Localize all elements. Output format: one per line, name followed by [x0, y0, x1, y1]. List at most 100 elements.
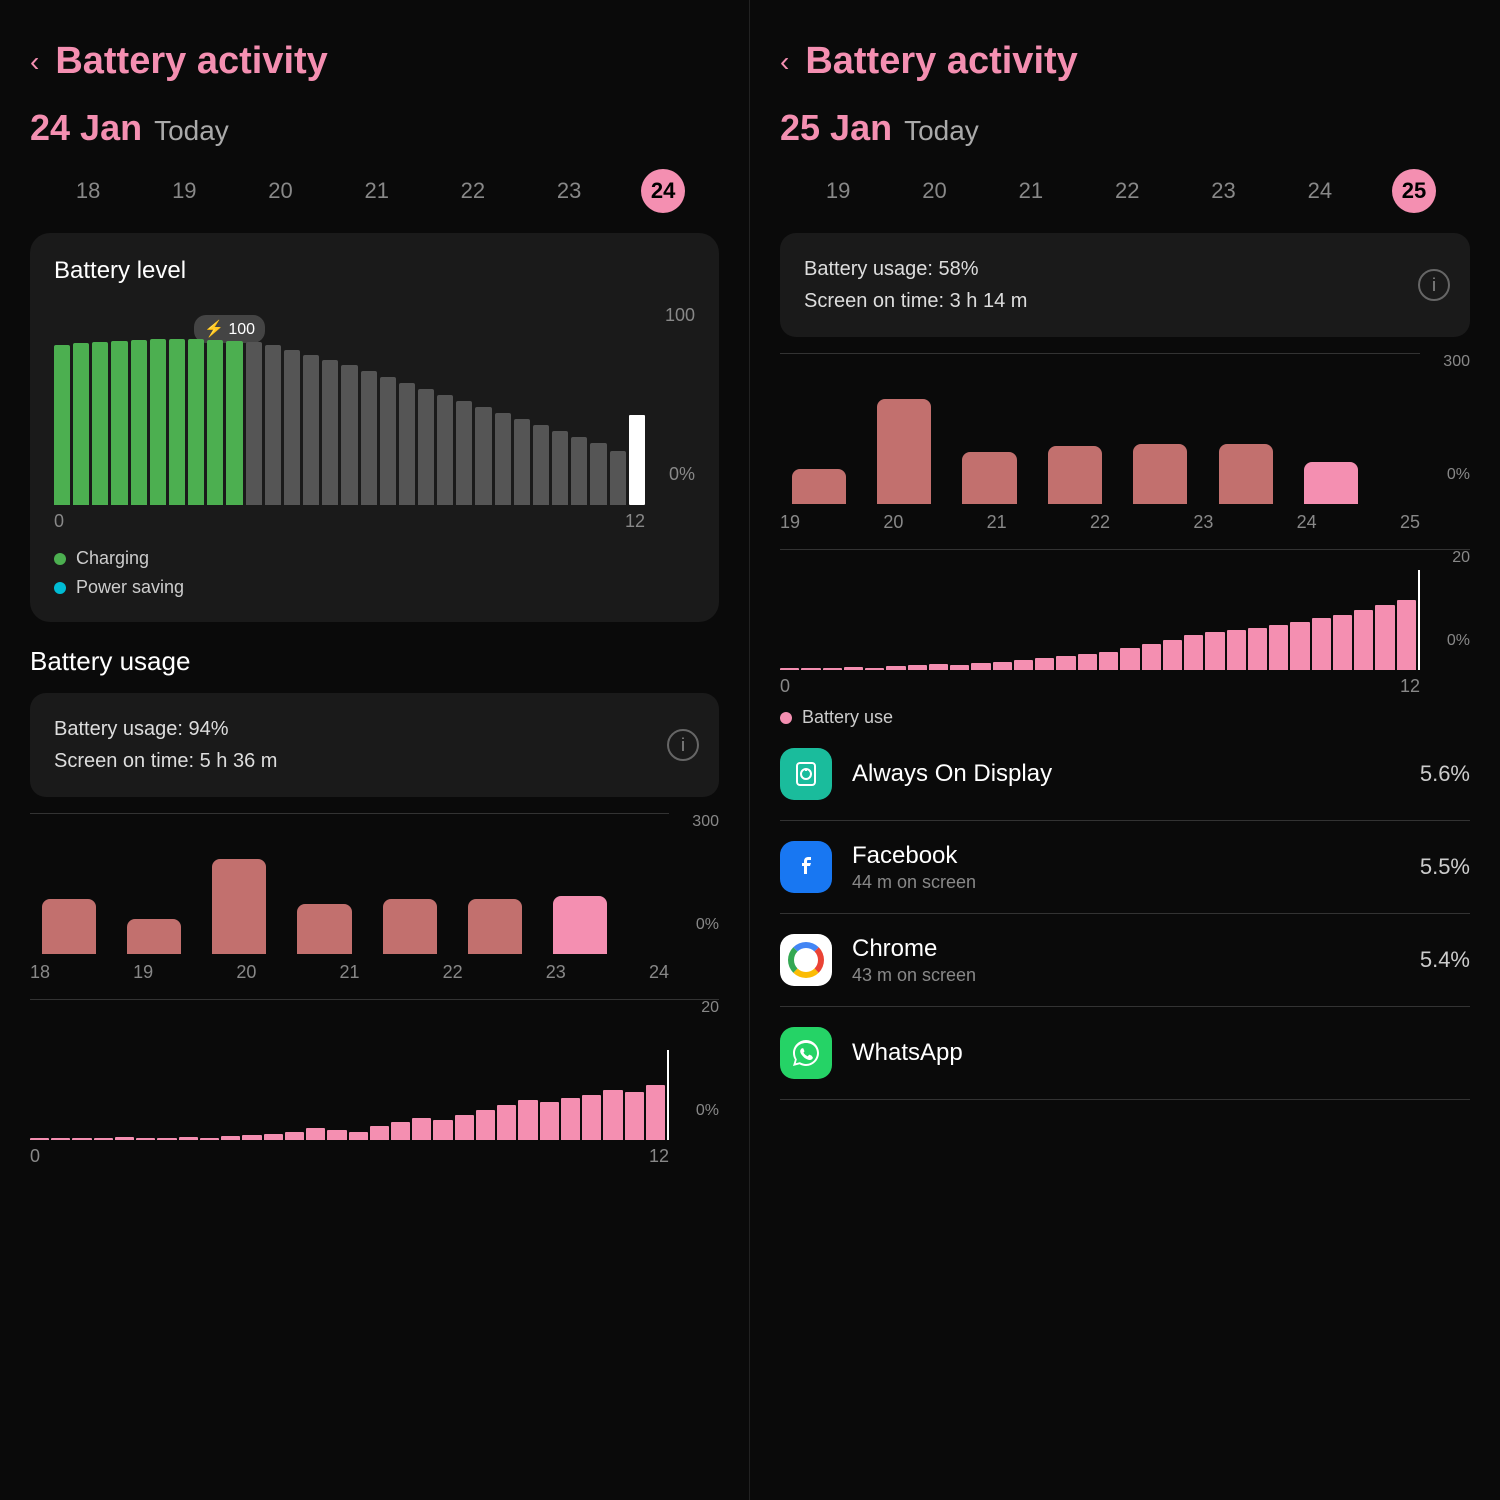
hbar — [306, 1128, 325, 1140]
hbar — [221, 1136, 240, 1140]
left-battery-chart: 100 0% — [54, 305, 695, 505]
rhbar — [801, 668, 820, 670]
left-day-19[interactable]: 19 — [160, 170, 208, 212]
chrome-app-icon — [780, 934, 832, 986]
left-weekly-xaxis: 18 19 20 21 22 23 24 — [30, 962, 719, 983]
left-day-selector[interactable]: 18 19 20 21 22 23 24 — [30, 169, 719, 213]
left-day-20[interactable]: 20 — [256, 170, 304, 212]
battery-bar — [418, 389, 434, 505]
hbar — [476, 1110, 495, 1140]
hbar — [603, 1090, 622, 1140]
rhbar — [1184, 635, 1203, 670]
right-weekly-col-21 — [951, 452, 1028, 504]
rhbar — [908, 665, 927, 670]
battery-bar — [265, 345, 281, 505]
battery-bar — [475, 407, 491, 505]
battery-bar — [188, 339, 204, 505]
right-day-selector[interactable]: 19 20 21 22 23 24 25 — [780, 169, 1470, 213]
facebook-app-sub: 44 m on screen — [852, 872, 1400, 893]
power-saving-label: Power saving — [76, 577, 184, 598]
right-day-22[interactable]: 22 — [1103, 170, 1151, 212]
battery-bar — [226, 341, 242, 505]
hbar — [327, 1130, 346, 1140]
weekly-x-20: 20 — [236, 962, 256, 983]
right-weekly-chart — [780, 354, 1420, 504]
left-usage-info-card: Battery usage: 94% Screen on time: 5 h 3… — [30, 693, 719, 797]
rhbar — [1163, 640, 1182, 670]
facebook-app-pct: 5.5% — [1420, 854, 1470, 880]
battery-bar — [111, 341, 127, 505]
battery-bar — [590, 443, 606, 505]
left-back-button[interactable]: ‹ — [30, 46, 39, 78]
weekly-col-21 — [286, 904, 363, 954]
right-day-24[interactable]: 24 — [1296, 170, 1344, 212]
hbar — [412, 1118, 431, 1140]
hbar — [200, 1138, 219, 1140]
left-header: ‹ Battery activity — [30, 40, 719, 83]
right-day-20[interactable]: 20 — [910, 170, 958, 212]
right-hourly-x-0: 0 — [780, 676, 790, 697]
right-weekly-bar-23 — [1133, 444, 1187, 504]
battery-bar — [552, 431, 568, 505]
rhbar — [1354, 610, 1373, 670]
weekly-bar-23 — [468, 899, 522, 954]
right-weekly-y-bottom: 0% — [1447, 466, 1470, 484]
hbar — [136, 1138, 155, 1140]
right-date-row: 25 Jan Today — [780, 107, 1470, 149]
rhbar — [993, 662, 1012, 670]
battery-bar — [361, 371, 377, 505]
right-day-19[interactable]: 19 — [814, 170, 862, 212]
weekly-x-22: 22 — [443, 962, 463, 983]
hbar — [455, 1115, 474, 1140]
left-day-23[interactable]: 23 — [545, 170, 593, 212]
aod-app-name: Always On Display — [852, 760, 1400, 788]
chrome-ring — [788, 942, 824, 978]
battery-bar — [92, 342, 108, 505]
hbar — [51, 1138, 70, 1140]
right-weekly-bar-20 — [877, 399, 931, 504]
left-date-row: 24 Jan Today — [30, 107, 719, 149]
app-item-whatsapp[interactable]: WhatsApp — [780, 1007, 1470, 1100]
battery-y-top: 100 — [665, 305, 695, 326]
rhbar — [1205, 632, 1224, 670]
battery-bar — [399, 383, 415, 505]
left-day-18[interactable]: 18 — [64, 170, 112, 212]
left-weekly-y-top: 300 — [692, 813, 719, 831]
chrome-app-info: Chrome 43 m on screen — [852, 935, 1400, 986]
right-day-21[interactable]: 21 — [1007, 170, 1055, 212]
left-info-icon[interactable]: i — [667, 729, 699, 761]
app-item-chrome[interactable]: Chrome 43 m on screen 5.4% — [780, 914, 1470, 1007]
right-back-button[interactable]: ‹ — [780, 46, 789, 78]
left-day-24-active[interactable]: 24 — [641, 169, 685, 213]
weekly-bar-19 — [127, 919, 181, 954]
battery-current-line — [629, 415, 645, 505]
right-info-icon[interactable]: i — [1418, 269, 1450, 301]
battery-bar — [169, 339, 185, 505]
rhbar — [1397, 600, 1416, 670]
weekly-col-24 — [542, 896, 619, 954]
right-weekly-bar-22 — [1048, 446, 1102, 504]
right-weekly-xaxis: 19 20 21 22 23 24 25 — [780, 512, 1470, 533]
aod-app-icon — [780, 748, 832, 800]
right-weekly-bar-21 — [962, 452, 1016, 504]
rhbar — [1269, 625, 1288, 670]
right-weekly-x-24: 24 — [1297, 512, 1317, 533]
battery-y-bottom: 0% — [669, 464, 695, 485]
rhbar — [1227, 630, 1246, 670]
left-day-22[interactable]: 22 — [449, 170, 497, 212]
right-panel: ‹ Battery activity 25 Jan Today 19 20 21… — [750, 0, 1500, 1500]
left-day-21[interactable]: 21 — [352, 170, 400, 212]
weekly-bar-24 — [553, 896, 607, 954]
weekly-x-18: 18 — [30, 962, 50, 983]
left-screen-time: Screen on time: 5 h 36 m — [54, 745, 695, 777]
left-battery-section-title: Battery level — [54, 257, 695, 285]
app-item-facebook[interactable]: Facebook 44 m on screen 5.5% — [780, 821, 1470, 914]
app-item-aod[interactable]: Always On Display 5.6% — [780, 728, 1470, 821]
left-date-qualifier: Today — [154, 115, 229, 147]
right-day-25-active[interactable]: 25 — [1392, 169, 1436, 213]
hourly-x-0: 0 — [30, 1146, 40, 1167]
right-weekly-x-21: 21 — [987, 512, 1007, 533]
right-app-list: Always On Display 5.6% Facebook 44 m on … — [780, 728, 1470, 1100]
right-day-23[interactable]: 23 — [1199, 170, 1247, 212]
rhbar — [1290, 622, 1309, 670]
